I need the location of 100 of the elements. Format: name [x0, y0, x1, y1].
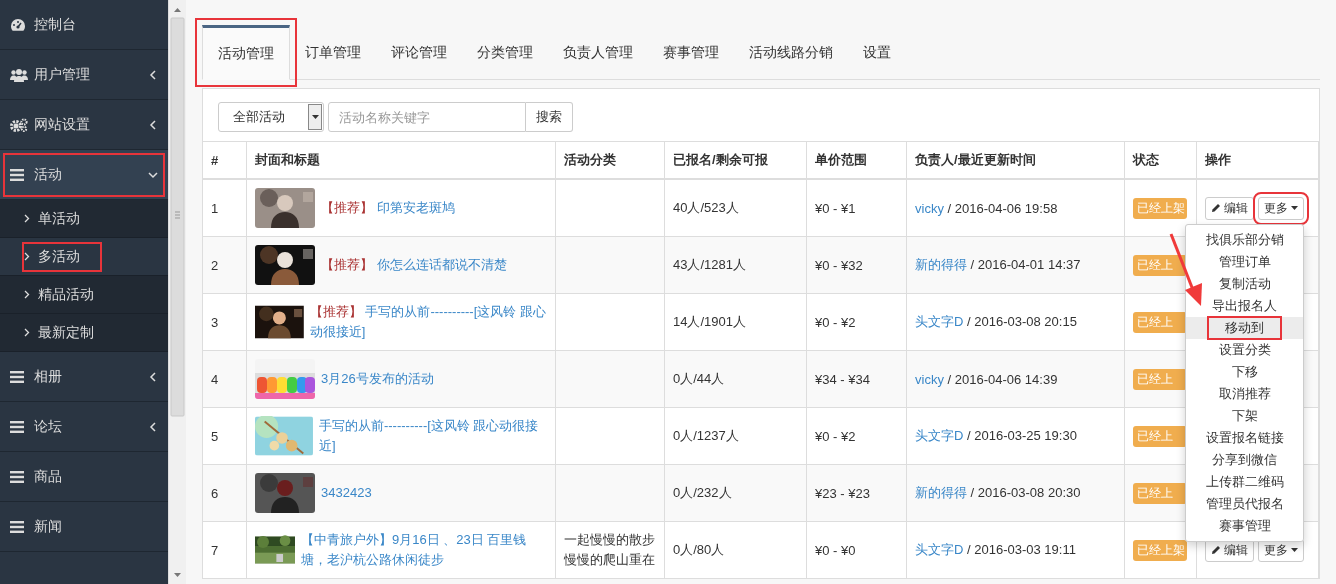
- row-number: 3: [203, 293, 247, 351]
- activity-title: 【推荐】 印第安老斑鸠: [321, 199, 455, 217]
- menu-item[interactable]: 取消推荐: [1186, 383, 1303, 405]
- dashboard-icon: [10, 17, 26, 32]
- caret-down-icon: [1291, 206, 1298, 210]
- status-badge: 已经上架: [1133, 197, 1187, 219]
- activity-title: 【推荐】 手写的从前----------[这风铃 跟心动很接近]: [309, 303, 547, 341]
- submenu-label: 精品活动: [38, 285, 94, 304]
- update-time: / 2016-03-25 19:30: [966, 428, 1077, 443]
- status-badge: 已经上: [1133, 311, 1187, 333]
- table-cell: ¥23 - ¥23: [806, 464, 907, 522]
- sidebar-item[interactable]: 活动: [0, 150, 168, 200]
- column-header: #: [203, 141, 247, 179]
- column-header: 负责人/最近更新时间: [906, 141, 1125, 179]
- row-number: 7: [203, 521, 247, 579]
- menu-icon: [10, 420, 24, 433]
- menu-item[interactable]: 导出报名人: [1186, 295, 1303, 317]
- table-cell: ¥0 - ¥1: [806, 179, 907, 237]
- menu-item[interactable]: 下移: [1186, 361, 1303, 383]
- owner-link[interactable]: 头文字D: [915, 542, 964, 557]
- activity-title: 【推荐】 你怎么连话都说不清楚: [321, 256, 507, 274]
- chevron-right-icon: [24, 328, 30, 337]
- table-cell: ¥0 - ¥32: [806, 236, 907, 294]
- update-time: / 2016-03-08 20:30: [969, 485, 1081, 500]
- chevron-right-icon: [24, 290, 30, 299]
- sidebar-label: 商品: [34, 467, 63, 486]
- update-time: / 2016-04-06 19:58: [946, 200, 1058, 216]
- sidebar-label: 相册: [34, 367, 63, 386]
- menu-item[interactable]: 找俱乐部分销: [1186, 229, 1303, 251]
- column-header: 状态: [1124, 141, 1197, 179]
- table-cell: ¥34 - ¥34: [806, 350, 907, 408]
- submenu-item[interactable]: 多活动: [0, 238, 168, 276]
- tab[interactable]: 活动线路分销: [734, 25, 848, 80]
- column-header: 活动分类: [555, 141, 665, 179]
- table-cell: ¥0 - ¥2: [806, 407, 907, 465]
- status-badge: 已经上架: [1133, 539, 1187, 561]
- update-time: / 2016-04-01 14:37: [969, 257, 1081, 272]
- table-cell: 0人/80人: [664, 521, 807, 579]
- row-number: 6: [203, 464, 247, 522]
- pencil-icon: [1211, 545, 1221, 555]
- column-header: 封面和标题: [246, 141, 556, 179]
- row-number: 4: [203, 350, 247, 408]
- tab[interactable]: 赛事管理: [648, 25, 734, 80]
- table-cell: ¥0 - ¥0: [806, 521, 907, 579]
- activity-title: 3月26号发布的活动: [321, 370, 434, 388]
- table-cell: 40人/523人: [664, 179, 807, 237]
- chevron-right-icon: [24, 252, 30, 261]
- sidebar-label: 论坛: [34, 417, 63, 436]
- column-header: 操作: [1196, 141, 1319, 179]
- menu-item[interactable]: 管理员代报名: [1186, 493, 1303, 515]
- sidebar-label: 控制台: [34, 15, 77, 34]
- owner-link[interactable]: 头文字D: [915, 428, 964, 443]
- menu-item[interactable]: 设置报名链接: [1186, 427, 1303, 449]
- menu-item[interactable]: 复制活动: [1186, 273, 1303, 295]
- row-number: 5: [203, 407, 247, 465]
- table-cell: 0人/44人: [664, 350, 807, 408]
- table-cell: 43人/1281人: [664, 236, 807, 294]
- sidebar-label: 用户管理: [34, 65, 91, 84]
- tab[interactable]: 分类管理: [462, 25, 548, 80]
- menu-item[interactable]: 设置分类: [1186, 339, 1303, 361]
- update-time: / 2016-03-03 19:11: [966, 542, 1076, 557]
- table-cell: 0人/1237人: [664, 407, 807, 465]
- tab[interactable]: 评论管理: [376, 25, 462, 80]
- submenu-label: 最新定制: [38, 323, 94, 342]
- menu-item[interactable]: 上传群二维码: [1186, 471, 1303, 493]
- tab[interactable]: 负责人管理: [548, 25, 648, 80]
- edit-button[interactable]: 编辑: [1205, 196, 1254, 220]
- table-cell: ¥0 - ¥2: [806, 293, 907, 351]
- category-select[interactable]: 全部活动: [218, 102, 324, 132]
- search-button[interactable]: 搜索: [526, 102, 573, 132]
- owner-link[interactable]: 新的得得: [915, 485, 967, 500]
- tab[interactable]: 订单管理: [290, 25, 376, 80]
- owner-link[interactable]: vicky: [915, 371, 944, 387]
- menu-icon: [10, 520, 24, 533]
- sidebar-label: 网站设置: [34, 115, 91, 134]
- submenu-label: 多活动: [38, 247, 80, 266]
- menu-item[interactable]: 移动到: [1186, 317, 1303, 339]
- gears-icon: [10, 117, 28, 132]
- users-icon: [10, 67, 28, 82]
- search-field[interactable]: 活动名称关键字: [328, 102, 526, 132]
- table-cell: 一起慢慢的散步慢慢的爬山重在: [555, 521, 665, 579]
- status-badge: 已经上: [1133, 368, 1187, 390]
- update-time: / 2016-04-06 14:39: [946, 371, 1058, 387]
- status-badge: 已经上: [1133, 425, 1187, 447]
- sidebar-label: 活动: [34, 165, 63, 184]
- menu-item[interactable]: 分享到微信: [1186, 449, 1303, 471]
- submenu-label: 单活动: [38, 209, 80, 228]
- owner-link[interactable]: 新的得得: [915, 257, 967, 272]
- owner-link[interactable]: vicky: [915, 200, 944, 216]
- menu-item[interactable]: 下架: [1186, 405, 1303, 427]
- menu-item[interactable]: 赛事管理: [1186, 515, 1303, 537]
- tab[interactable]: 设置: [848, 25, 906, 80]
- menu-item[interactable]: 管理订单: [1186, 251, 1303, 273]
- owner-link[interactable]: 头文字D: [915, 314, 964, 329]
- row-number: 1: [203, 179, 247, 237]
- update-time: / 2016-03-08 20:15: [966, 314, 1077, 329]
- status-badge: 已经上: [1133, 482, 1187, 504]
- menu-icon: [10, 370, 24, 383]
- caret-down-icon: [1291, 548, 1298, 552]
- caret-down-icon: [311, 115, 319, 119]
